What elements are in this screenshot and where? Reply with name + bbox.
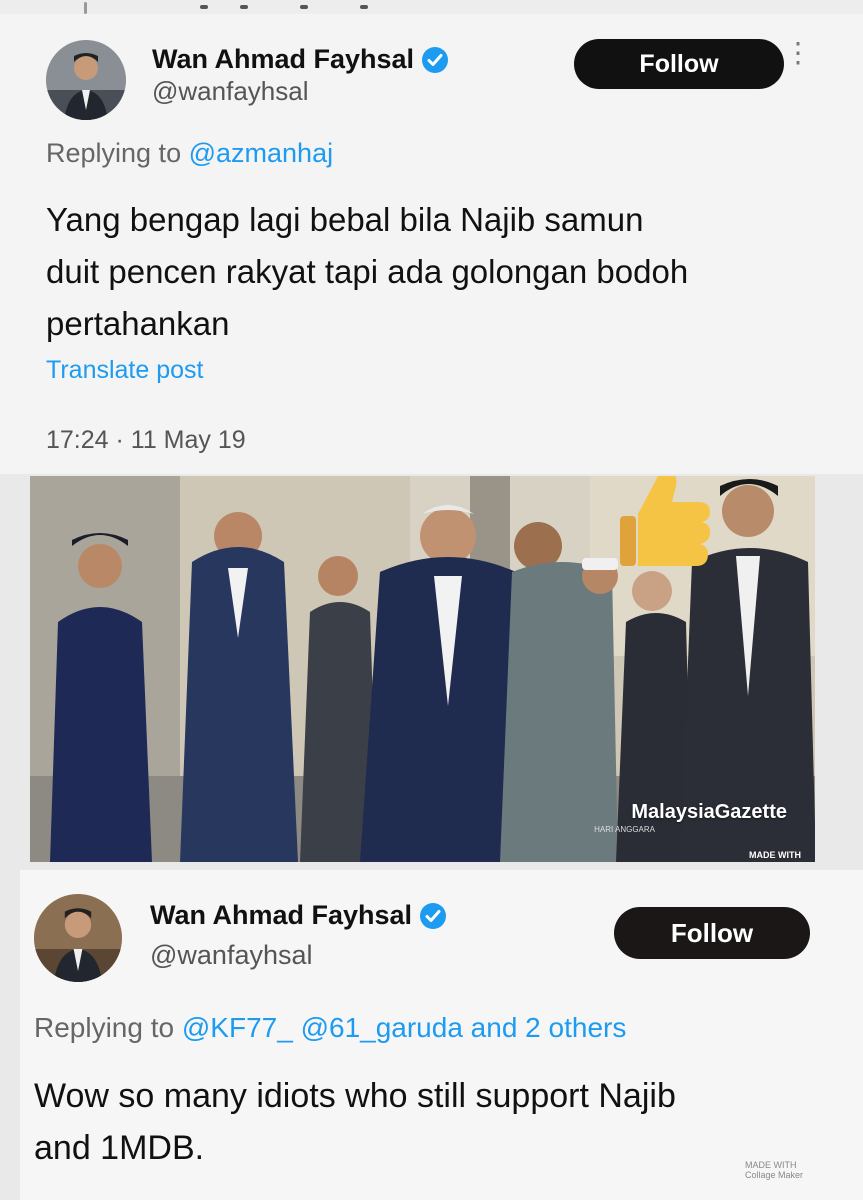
verified-badge-icon (420, 902, 447, 929)
replying-to: Replying to @azmanhaj (46, 138, 334, 168)
display-name[interactable]: Wan Ahmad Fayhsal (150, 900, 447, 931)
reply-mention-link[interactable]: @azmanhaj (189, 138, 333, 168)
photo-watermark: MalaysiaGazette (631, 801, 787, 823)
more-options-icon[interactable]: ⋮ (784, 39, 812, 67)
timestamp[interactable]: 17:24 · 11 May 19 (46, 426, 246, 455)
avatar[interactable] (46, 40, 126, 120)
display-name[interactable]: Wan Ahmad Fayhsal (152, 44, 449, 75)
tweet-text: Yang bengap lagi bebal bila Najib samun … (46, 201, 689, 342)
tweet-photo[interactable]: MalaysiaGazette HARI ANGGARA MADE WITH (30, 476, 815, 862)
follow-button[interactable]: Follow (574, 39, 784, 89)
top-strip (0, 0, 863, 14)
handle[interactable]: @wanfayhsal (152, 76, 308, 107)
follow-button[interactable]: Follow (614, 907, 810, 959)
made-with-label: MADE WITH (749, 850, 801, 860)
photo-credit: HARI ANGGARA (594, 825, 655, 834)
translate-post-link[interactable]: Translate post (46, 356, 203, 385)
reply-mention-link[interactable]: @KF77_ @61_garuda and 2 others (182, 1012, 626, 1043)
collage-maker-watermark: MADE WITH Collage Maker (744, 1160, 803, 1180)
replying-to: Replying to @KF77_ @61_garuda and 2 othe… (34, 1012, 627, 1043)
tweet-text: Wow so many idiots who still support Naj… (34, 1077, 676, 1167)
avatar[interactable] (34, 894, 122, 982)
tweet-card-2: Wan Ahmad Fayhsal @wanfayhsal Follow Rep… (20, 870, 863, 1200)
tweet-card-1: Wan Ahmad Fayhsal @wanfayhsal Follow ⋮ R… (0, 14, 863, 474)
verified-badge-icon (422, 46, 449, 73)
handle[interactable]: @wanfayhsal (150, 940, 313, 971)
